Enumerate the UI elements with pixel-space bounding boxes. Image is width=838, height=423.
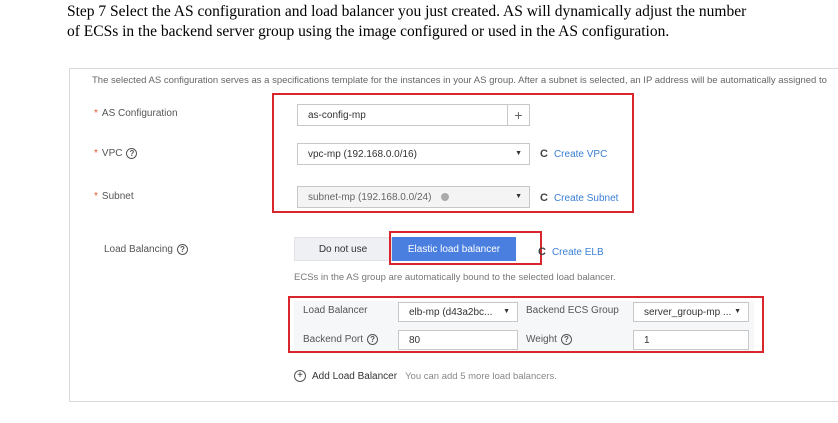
refresh-icon[interactable]: C [540, 192, 548, 204]
backend-group-select[interactable]: server_group-mp ... ▼ [633, 302, 749, 322]
as-config-value: as-config-mp [308, 109, 366, 121]
as-config-label: * AS Configuration [94, 108, 178, 119]
help-icon[interactable]: ? [176, 244, 188, 255]
create-vpc-link[interactable]: C Create VPC [540, 148, 607, 160]
vpc-value: vpc-mp (192.168.0.0/16) [308, 148, 417, 160]
add-load-balancer-hint: You can add 5 more load balancers. [405, 370, 557, 382]
subnet-value: subnet-mp (192.168.0.0/24) [308, 191, 432, 203]
clear-icon[interactable] [441, 193, 450, 201]
weight-value: 1 [644, 334, 650, 346]
backend-port-input[interactable]: 80 [398, 330, 518, 350]
backend-port-cell-label: Backend Port ? [303, 334, 379, 345]
backend-group-cell-label: Backend ECS Group [526, 305, 619, 316]
as-config-input[interactable]: as-config-mp + [297, 104, 530, 126]
create-elb-text[interactable]: Create ELB [552, 247, 604, 258]
step-instruction: Step 7 Select the AS configuration and l… [67, 3, 747, 40]
chevron-down-icon: ▼ [503, 308, 510, 315]
elastic-load-balancer-button[interactable]: Elastic load balancer [392, 237, 516, 261]
weight-input[interactable]: 1 [633, 330, 749, 350]
load-balancer-value: elb-mp (d43a2bc... [409, 306, 493, 318]
load-balancer-cell-label: Load Balancer [303, 305, 368, 316]
chevron-down-icon: ▼ [734, 308, 741, 315]
create-subnet-text[interactable]: Create Subnet [554, 193, 619, 204]
chevron-down-icon: ▼ [515, 150, 522, 157]
required-mark: * [94, 191, 98, 202]
add-as-config-button[interactable]: + [507, 104, 529, 126]
create-subnet-link[interactable]: C Create Subnet [540, 192, 618, 204]
create-elb-link[interactable]: C Create ELB [538, 246, 604, 258]
vpc-label: * VPC ? [94, 148, 138, 159]
info-text: The selected AS configuration serves as … [92, 75, 827, 86]
create-vpc-text[interactable]: Create VPC [554, 149, 607, 160]
help-icon[interactable]: ? [367, 334, 379, 345]
weight-label-text: Weight [526, 334, 557, 345]
refresh-icon[interactable]: C [538, 246, 546, 258]
do-not-use-button[interactable]: Do not use [294, 237, 392, 261]
required-mark: * [94, 108, 98, 119]
subnet-label: * Subnet [94, 191, 134, 202]
add-load-balancer-text[interactable]: Add Load Balancer [312, 371, 397, 382]
as-config-label-text: AS Configuration [101, 108, 178, 119]
refresh-icon[interactable]: C [540, 148, 548, 160]
help-icon[interactable]: ? [560, 334, 572, 345]
vpc-label-text: VPC [101, 148, 123, 159]
weight-cell-label: Weight ? [526, 334, 572, 345]
subnet-select[interactable]: subnet-mp (192.168.0.0/24) ▼ [297, 186, 530, 208]
required-mark: * [94, 148, 98, 159]
subnet-label-text: Subnet [101, 191, 134, 202]
chevron-down-icon: ▼ [515, 193, 522, 200]
backend-port-value: 80 [409, 334, 421, 346]
vpc-select[interactable]: vpc-mp (192.168.0.0/16) ▼ [297, 143, 530, 165]
backend-group-value: server_group-mp ... [644, 306, 732, 318]
help-icon[interactable]: ? [126, 148, 138, 159]
elb-note: ECSs in the AS group are automatically b… [294, 272, 616, 283]
add-load-balancer-row[interactable]: + Add Load Balancer You can add 5 more l… [294, 370, 557, 382]
load-balancing-label-text: Load Balancing [104, 244, 173, 255]
backend-port-label-text: Backend Port [303, 334, 364, 345]
load-balancing-label: Load Balancing ? [104, 244, 188, 255]
add-circle-icon[interactable]: + [294, 370, 306, 382]
load-balancer-select[interactable]: elb-mp (d43a2bc... ▼ [398, 302, 518, 322]
